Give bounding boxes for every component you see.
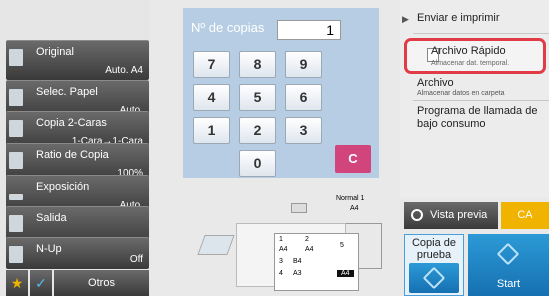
key-6[interactable]: 6 <box>285 84 322 111</box>
key-4[interactable]: 4 <box>193 84 230 111</box>
archivo-rapido-title: Archivo Rápido <box>431 45 506 57</box>
collapse-arrow-icon[interactable]: ▶ <box>402 14 409 25</box>
duplex-icon <box>9 120 23 137</box>
ca-button[interactable]: CA <box>501 202 549 229</box>
vista-previa-button[interactable]: Vista previa <box>404 202 498 229</box>
output-label: Salida <box>36 212 67 224</box>
start-diamond-icon <box>422 266 446 290</box>
output-icon <box>9 215 23 232</box>
key-7[interactable]: 7 <box>193 51 230 78</box>
archivo-rapido-item[interactable]: Archivo Rápido Almacenar dat. temporal. <box>404 38 546 74</box>
copies-label: Nº de copias <box>191 20 265 35</box>
n-up-label: N-Up <box>36 243 62 255</box>
tray-top-label: Normal 1 <box>336 195 365 202</box>
original-icon <box>9 49 23 66</box>
exposure-icon <box>9 194 23 200</box>
numeric-keypad-panel: Nº de copias 1 7 8 9 4 5 6 1 2 3 0 C <box>183 8 379 178</box>
copia-prueba-label: Copia de prueba <box>411 237 457 261</box>
copies-field[interactable]: 1 <box>277 20 341 40</box>
key-8[interactable]: 8 <box>239 51 276 78</box>
tray-2-size: A4 <box>305 246 314 253</box>
n-up-icon <box>9 246 23 263</box>
archivo-rapido-sub: Almacenar dat. temporal. <box>431 60 510 67</box>
magnifier-icon <box>411 209 423 221</box>
start-diamond-icon <box>496 242 520 266</box>
exposure-label: Exposición <box>36 181 90 193</box>
tray-1-size: A4 <box>279 246 288 253</box>
programa-bajo-consumo-item[interactable]: Programa de llamada de bajo consumo <box>417 105 549 131</box>
duplex-label: Copia 2-Caras <box>36 117 107 129</box>
n-up-value: Off <box>129 254 143 265</box>
enviar-imprimir-item[interactable]: Enviar e imprimir <box>417 12 549 24</box>
paper-label: Selec. Papel <box>36 86 98 98</box>
menu-separator <box>413 33 549 34</box>
archivo-sub: Almacenar datos en carpeta <box>417 90 505 97</box>
start-label: Start <box>496 278 521 290</box>
tray-1-num: 1 <box>279 236 283 243</box>
otros-button[interactable]: Otros <box>54 270 149 296</box>
tray-2-num: 2 <box>305 236 309 243</box>
original-value: Auto. A4 <box>105 65 143 76</box>
key-3[interactable]: 3 <box>285 117 322 144</box>
machine-diagram: Normal 1 A4 1 2 A4 A4 5 3 B4 4 A3 A4 <box>196 195 391 295</box>
tray-3-size: B4 <box>293 258 302 265</box>
menu-separator <box>413 100 549 101</box>
vista-previa-label: Vista previa <box>430 209 488 221</box>
right-menu-panel: ▶ Enviar e imprimir Archivo Almacenar da… <box>400 0 549 198</box>
tray-5-size: A4 <box>337 270 354 277</box>
paper-icon <box>9 89 23 106</box>
tray-3-num: 3 <box>279 258 283 265</box>
tray-4-size: A3 <box>293 270 302 277</box>
tray-4-num: 4 <box>279 270 283 277</box>
checkmark-icon[interactable]: ✓ <box>30 270 52 296</box>
original-button[interactable]: Original Auto. A4 <box>6 40 149 80</box>
n-up-button[interactable]: N-Up Off <box>6 237 149 269</box>
clear-button[interactable]: C <box>335 145 371 173</box>
key-1[interactable]: 1 <box>193 117 230 144</box>
key-5[interactable]: 5 <box>239 84 276 111</box>
copia-prueba-button[interactable]: Copia de prueba <box>404 234 464 296</box>
tray-grid: 1 2 A4 A4 5 3 B4 4 A3 A4 <box>274 233 359 291</box>
start-button[interactable]: Start <box>468 234 549 296</box>
original-label: Original <box>36 46 74 58</box>
archivo-item[interactable]: Archivo Almacenar datos en carpeta <box>417 77 549 97</box>
bypass-tray-icon <box>197 235 235 255</box>
ratio-label: Ratio de Copia <box>36 149 109 161</box>
copia-prueba-start[interactable] <box>409 263 459 293</box>
tray-top-size: A4 <box>350 205 359 212</box>
bottom-left-bar: ★ ✓ Otros <box>6 270 149 296</box>
output-tray-icon <box>291 203 307 213</box>
favorite-star-icon[interactable]: ★ <box>6 270 28 296</box>
key-2[interactable]: 2 <box>239 117 276 144</box>
tray-5-num: 5 <box>340 242 344 249</box>
settings-panel: Original Auto. A4 Selec. Papel Auto. Cop… <box>0 0 150 296</box>
key-0[interactable]: 0 <box>239 150 276 177</box>
ratio-icon <box>9 152 23 169</box>
archivo-title: Archivo <box>417 77 454 89</box>
key-9[interactable]: 9 <box>285 51 322 78</box>
